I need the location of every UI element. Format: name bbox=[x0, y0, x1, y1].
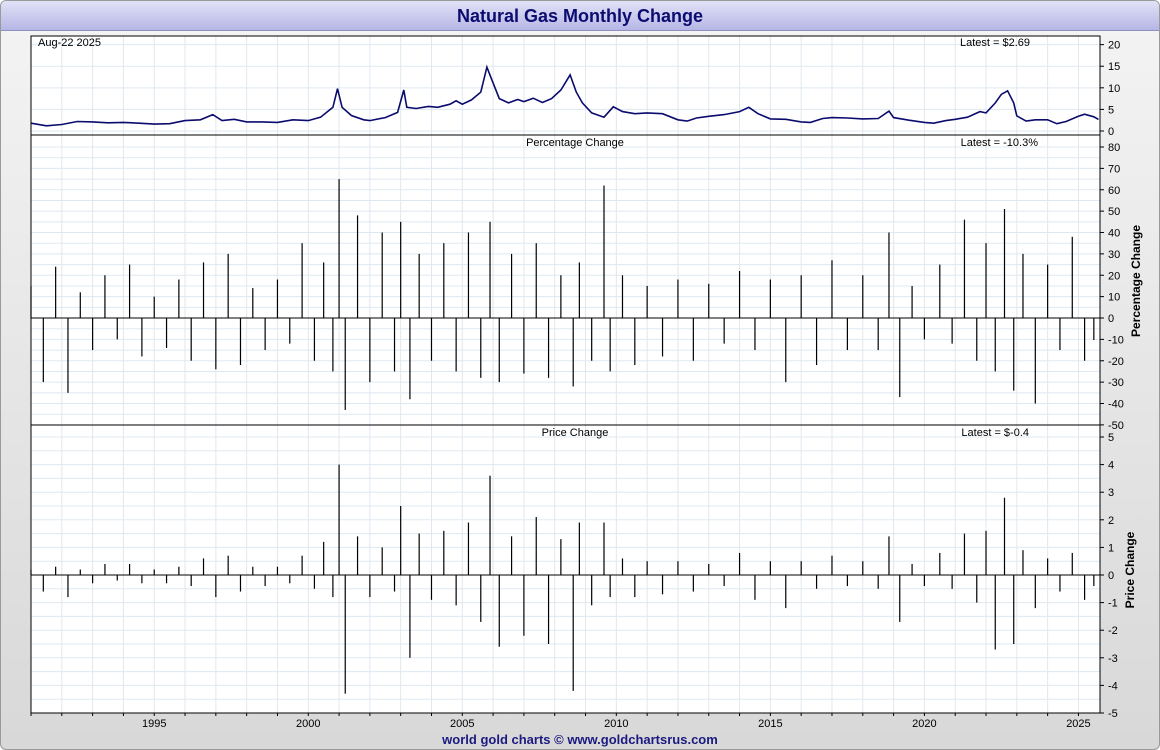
x-tick-label: 1995 bbox=[142, 718, 166, 730]
price-y-tick-label: 5 bbox=[1108, 104, 1114, 116]
percentage-y-tick-label: -30 bbox=[1108, 377, 1124, 389]
percentage-y-tick-label: 60 bbox=[1108, 185, 1120, 197]
price-latest-label: Latest = $2.69 bbox=[960, 37, 1030, 49]
percentage-y-tick-label: 50 bbox=[1108, 206, 1120, 218]
percentage-y-tick-label: 0 bbox=[1108, 313, 1114, 325]
price-change-y-tick-label: 3 bbox=[1108, 487, 1114, 499]
price-change-y-tick-label: -4 bbox=[1108, 680, 1118, 692]
percentage-panel-title: Percentage Change bbox=[526, 137, 624, 149]
percentage-axis-title: Percentage Change bbox=[1129, 225, 1143, 337]
percentage-y-tick-label: 80 bbox=[1108, 142, 1120, 154]
percentage-latest-label: Latest = -10.3% bbox=[961, 137, 1039, 149]
x-tick-label: 2005 bbox=[450, 718, 474, 730]
price-change-y-tick-label: 4 bbox=[1108, 460, 1114, 472]
price-change-y-tick-label: 2 bbox=[1108, 515, 1114, 527]
percentage-y-tick-label: -20 bbox=[1108, 356, 1124, 368]
percentage-y-tick-label: 30 bbox=[1108, 249, 1120, 261]
percentage-y-tick-label: -40 bbox=[1108, 399, 1124, 411]
percentage-y-tick-label: 70 bbox=[1108, 163, 1120, 175]
price-change-y-tick-label: -5 bbox=[1108, 708, 1118, 720]
price-change-y-tick-label: 0 bbox=[1108, 570, 1114, 582]
date-label: Aug-22 2025 bbox=[38, 37, 101, 49]
price-change-axis-title: Price Change bbox=[1123, 531, 1137, 608]
price-y-tick-label: 20 bbox=[1108, 40, 1120, 52]
price-change-y-tick-label: 5 bbox=[1108, 432, 1114, 444]
price-change-latest-label: Latest = $-0.4 bbox=[961, 427, 1029, 439]
percentage-y-tick-label: -10 bbox=[1108, 334, 1124, 346]
chart-svg: 05101520-50-40-30-20-1001020304050607080… bbox=[30, 35, 1143, 730]
price-change-panel-title: Price Change bbox=[542, 427, 609, 439]
percentage-y-tick-label: 20 bbox=[1108, 270, 1120, 282]
price-change-y-tick-label: -1 bbox=[1108, 598, 1118, 610]
percentage-y-tick-label: 40 bbox=[1108, 228, 1120, 240]
x-tick-label: 2020 bbox=[912, 718, 936, 730]
price-y-tick-label: 10 bbox=[1108, 83, 1120, 95]
x-tick-label: 2000 bbox=[296, 718, 320, 730]
percentage-y-tick-label: -50 bbox=[1108, 420, 1124, 432]
percentage-y-tick-label: 10 bbox=[1108, 292, 1120, 304]
x-tick-label: 2025 bbox=[1066, 718, 1090, 730]
x-tick-label: 2015 bbox=[758, 718, 782, 730]
price-change-y-tick-label: -2 bbox=[1108, 625, 1118, 637]
price-change-y-tick-label: -3 bbox=[1108, 653, 1118, 665]
price-y-tick-label: 15 bbox=[1108, 61, 1120, 73]
x-tick-label: 2010 bbox=[604, 718, 628, 730]
price-change-y-tick-label: 1 bbox=[1108, 542, 1114, 554]
price-y-tick-label: 0 bbox=[1108, 126, 1114, 138]
